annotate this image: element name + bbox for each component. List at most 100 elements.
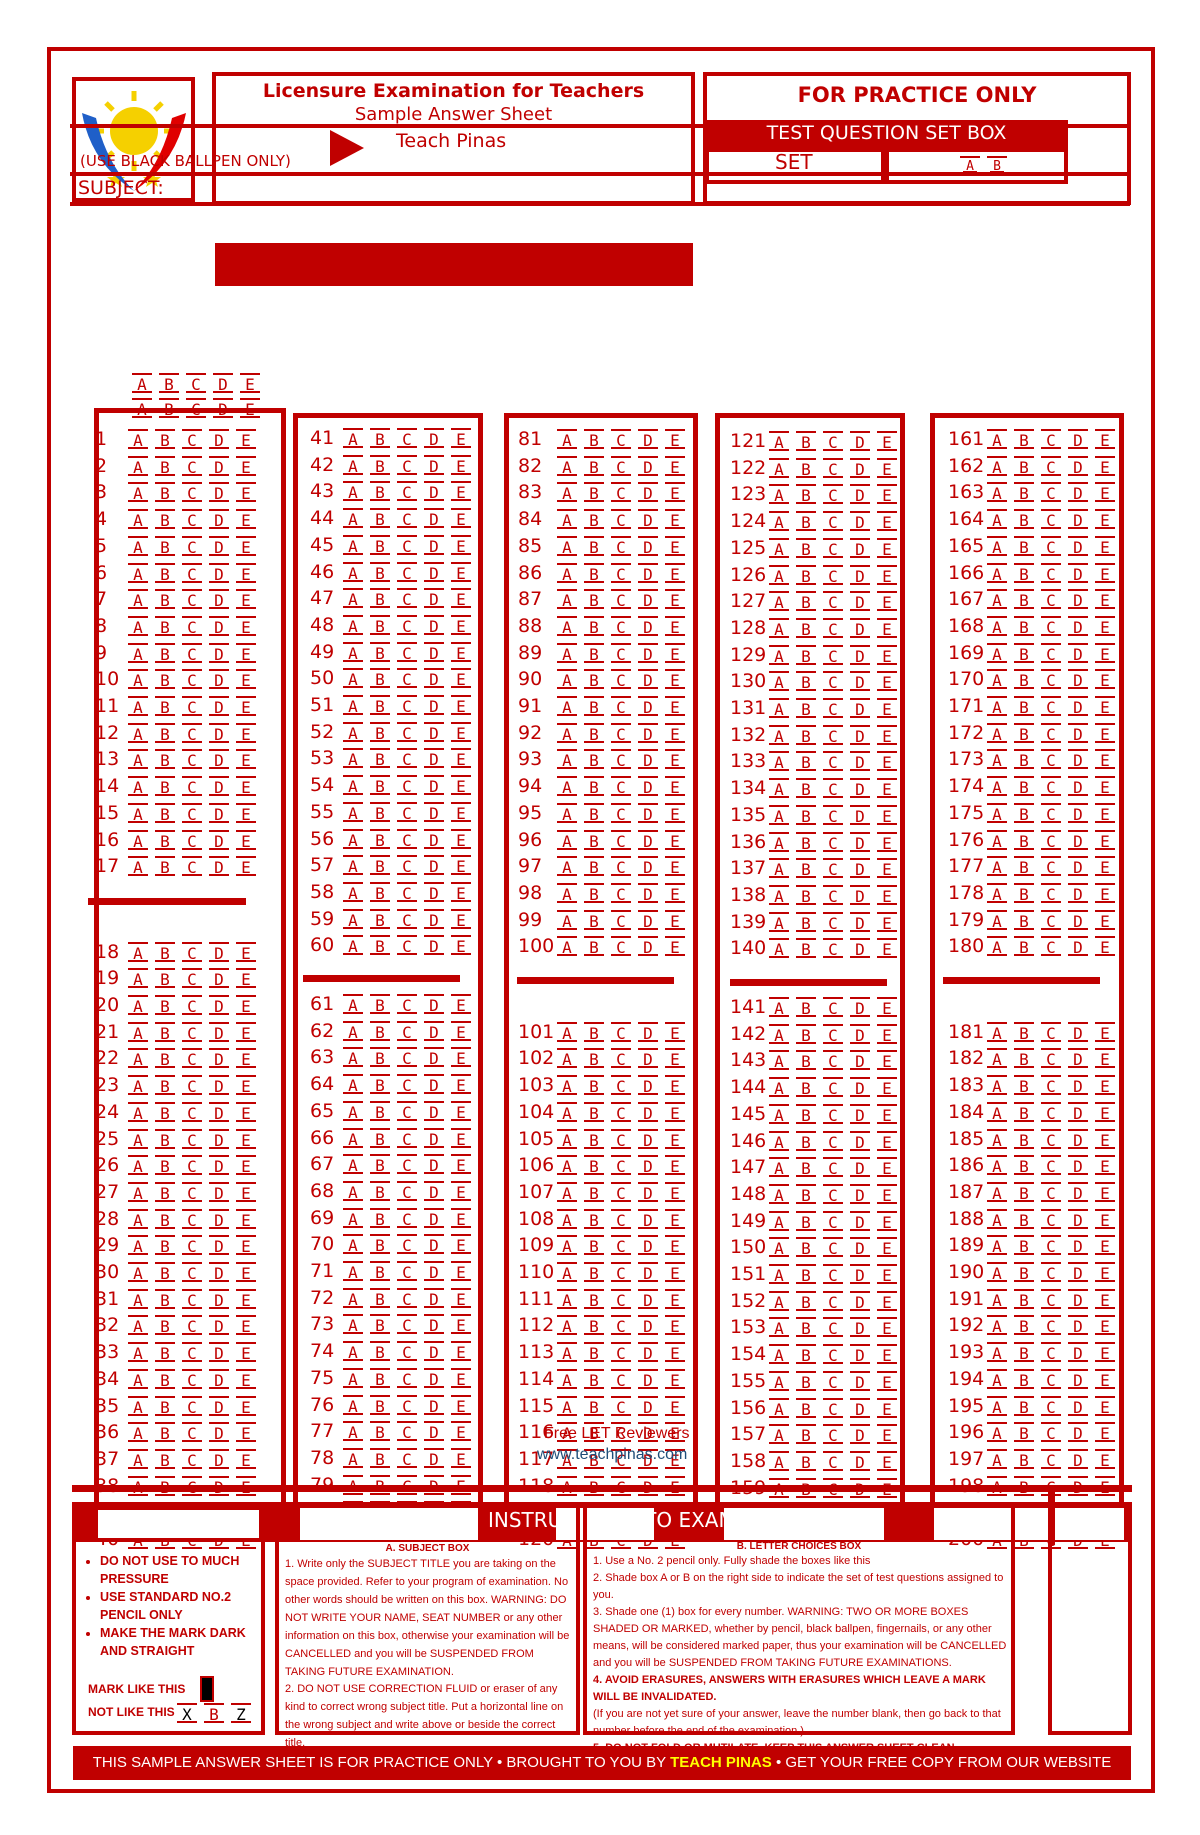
choice-bubble-b[interactable]: B [370,668,390,689]
choice-bubble-a[interactable]: A [128,509,148,530]
choice-bubble-c[interactable]: C [1041,1262,1061,1283]
choice-bubble-a[interactable]: A [769,1290,789,1312]
choice-bubble-a[interactable]: A [769,831,789,853]
choice-bubble-b[interactable]: B [155,1101,175,1123]
choice-bubble-d[interactable]: D [209,696,229,717]
choice-bubble-c[interactable]: C [823,1077,843,1098]
choice-bubble-a[interactable]: A [769,1130,789,1152]
choice-bubble-e[interactable]: E [877,484,897,505]
choice-bubble-d[interactable]: D [424,1234,444,1255]
choice-bubble-e[interactable]: E [877,457,897,479]
choice-bubble-a[interactable]: A [557,1368,577,1390]
choice-bubble-e[interactable]: E [665,1181,685,1203]
choice-bubble-a[interactable]: A [769,778,789,799]
choice-bubble-a[interactable]: A [128,589,148,610]
choice-bubble-e[interactable]: E [236,1368,256,1390]
choice-bubble-b[interactable]: B [370,508,390,529]
choice-bubble-c[interactable]: C [397,668,417,689]
choice-bubble-d[interactable]: D [638,1048,658,1069]
choice-bubble-b[interactable]: B [584,482,604,503]
choice-bubble-a[interactable]: A [128,749,148,770]
choice-bubble-a[interactable]: A [769,1077,789,1098]
choice-bubble-d[interactable]: D [1068,1342,1088,1363]
choice-bubble-c[interactable]: C [397,775,417,796]
choice-bubble-c[interactable]: C [823,537,843,559]
choice-bubble-c[interactable]: C [182,1181,202,1203]
choice-bubble-c[interactable]: C [823,778,843,799]
choice-bubble-e[interactable]: E [877,1077,897,1098]
choice-bubble-a[interactable]: A [769,1317,789,1338]
choice-bubble-a[interactable]: A [987,802,1007,824]
choice-bubble-b[interactable]: B [584,829,604,851]
choice-bubble-e[interactable]: E [236,1155,256,1176]
choice-bubble-b[interactable]: B [1014,722,1034,744]
choice-bubble-e[interactable]: E [665,1288,685,1310]
choice-bubble-c[interactable]: C [1041,1422,1061,1443]
choice-bubble-a[interactable]: A [128,1262,148,1283]
choice-bubble-b[interactable]: B [1014,1395,1034,1417]
choice-bubble-e[interactable]: E [236,1048,256,1069]
choice-bubble-a[interactable]: A [343,1180,363,1202]
choice-bubble-d[interactable]: D [850,1077,870,1098]
choice-bubble-a[interactable]: A [343,668,363,689]
choice-bubble-a[interactable]: A [557,909,577,931]
choice-bubble-a[interactable]: A [128,1208,148,1230]
choice-bubble-b[interactable]: B [1014,696,1034,717]
choice-bubble-b[interactable]: B [796,1237,816,1258]
choice-bubble-c[interactable]: C [611,615,631,637]
choice-bubble-e[interactable]: E [236,562,256,584]
choice-bubble-d[interactable]: D [850,1264,870,1285]
choice-bubble-b[interactable]: B [370,1394,390,1416]
choice-bubble-b[interactable]: B [370,1367,390,1389]
choice-bubble-c[interactable]: C [1041,1021,1061,1043]
choice-bubble-c[interactable]: C [611,429,631,450]
choice-bubble-b[interactable]: B [370,1207,390,1229]
choice-bubble-b[interactable]: B [1014,1448,1034,1470]
choice-bubble-a[interactable]: A [769,698,789,719]
choice-bubble-e[interactable]: E [1095,642,1115,664]
choice-bubble-d[interactable]: D [850,1370,870,1392]
choice-bubble-c[interactable]: C [397,1047,417,1068]
choice-bubble-b[interactable]: B [1014,429,1034,450]
choice-bubble-c[interactable]: C [1041,696,1061,717]
choice-bubble-a[interactable]: A [769,724,789,746]
choice-bubble-d[interactable]: D [424,1207,444,1229]
choice-bubble-e[interactable]: E [665,696,685,717]
choice-bubble-d[interactable]: D [850,1103,870,1125]
choice-bubble-e[interactable]: E [877,591,897,612]
choice-bubble-b[interactable]: B [155,429,175,450]
choice-bubble-a[interactable]: A [343,695,363,716]
choice-bubble-d[interactable]: D [638,1342,658,1363]
choice-bubble-c[interactable]: C [823,1450,843,1472]
choice-bubble-e[interactable]: E [451,1100,471,1122]
choice-bubble-e[interactable]: E [451,1314,471,1335]
choice-bubble-b[interactable]: B [796,1103,816,1125]
choice-bubble-d[interactable]: D [424,801,444,823]
choice-bubble-e[interactable]: E [451,855,471,876]
choice-bubble-a[interactable]: A [128,776,148,797]
choice-bubble-d[interactable]: D [1068,1448,1088,1470]
choice-bubble-b[interactable]: B [1014,509,1034,530]
choice-bubble-a[interactable]: A [128,722,148,744]
choice-bubble-b[interactable]: B [584,1128,604,1150]
choice-bubble-d[interactable]: D [1068,562,1088,584]
choice-bubble-a[interactable]: A [557,1075,577,1096]
choice-bubble-c[interactable]: C [182,482,202,503]
choice-bubble-b[interactable]: B [370,428,390,449]
choice-bubble-b[interactable]: B [584,1368,604,1390]
choice-bubble-b[interactable]: B [1014,1075,1034,1096]
choice-bubble-a[interactable]: A [769,1424,789,1445]
choice-bubble-d[interactable]: D [638,722,658,744]
choice-bubble-d[interactable]: D [850,1344,870,1365]
choice-bubble-e[interactable]: E [236,1075,256,1096]
choice-bubble-a[interactable]: A [557,1101,577,1123]
choice-bubble-d[interactable]: D [1068,856,1088,877]
choice-bubble-e[interactable]: E [877,804,897,826]
choice-bubble-a[interactable]: A [343,1100,363,1122]
choice-bubble-b[interactable]: B [1014,882,1034,904]
choice-bubble-b[interactable]: B [1014,642,1034,664]
choice-bubble-d[interactable]: D [1068,1021,1088,1043]
choice-bubble-d[interactable]: D [424,748,444,769]
choice-bubble-d[interactable]: D [1068,1075,1088,1096]
choice-bubble-a[interactable]: A [987,882,1007,904]
